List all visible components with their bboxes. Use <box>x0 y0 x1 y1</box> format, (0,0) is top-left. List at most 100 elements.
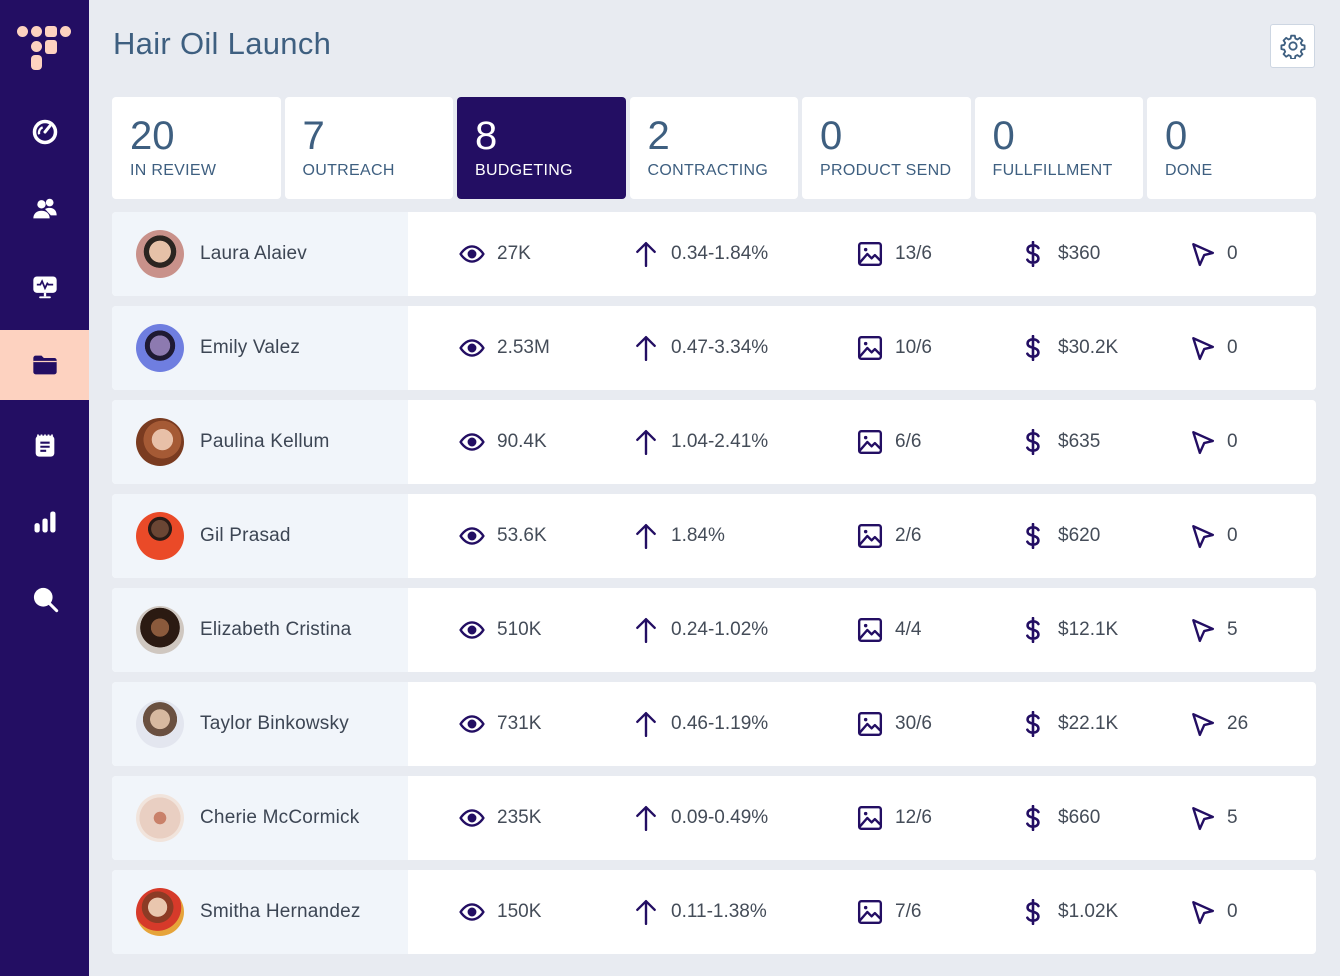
engagement-value: 0.24-1.02% <box>671 619 769 640</box>
tab-contracting[interactable]: 2 CONTRACTING <box>629 97 798 199</box>
tab-done[interactable]: 0 DONE <box>1147 97 1316 199</box>
engagement-metric: 0.34-1.84% <box>633 212 768 296</box>
posts-metric: 13/6 <box>857 212 932 296</box>
eye-icon <box>459 527 485 545</box>
posts-value: 13/6 <box>895 243 932 264</box>
cost-metric: $620 <box>1020 494 1100 578</box>
cost-value: $1.02K <box>1058 901 1119 922</box>
cost-value: $12.1K <box>1058 619 1119 640</box>
views-metric: 150K <box>459 870 541 954</box>
monitor-pulse-icon <box>32 276 57 299</box>
dollar-icon <box>1026 805 1040 831</box>
cost-metric: $1.02K <box>1020 870 1118 954</box>
cursor-icon <box>1192 807 1215 831</box>
cost-value: $360 <box>1058 243 1101 264</box>
influencer-row[interactable]: Gil Prasad 53.6K 1.84% 2/6 $620 0 <box>112 494 1316 578</box>
search-icon <box>33 587 58 613</box>
clicks-metric: 5 <box>1189 588 1238 672</box>
influencer-name: Laura Alaiev <box>200 243 307 264</box>
engagement-metric: 0.24-1.02% <box>633 588 768 672</box>
influencer-row[interactable]: Paulina Kellum 90.4K 1.04-2.41% 6/6 $635… <box>112 400 1316 484</box>
engagement-value: 0.09-0.49% <box>671 807 769 828</box>
posts-value: 4/4 <box>895 619 922 640</box>
views-value: 510K <box>497 619 542 640</box>
avatar <box>136 606 184 654</box>
arrow-up-icon <box>636 241 656 267</box>
tab-product-send[interactable]: 0 PRODUCT SEND <box>802 97 971 199</box>
cost-metric: $12.1K <box>1020 588 1118 672</box>
stage-label: IN REVIEW <box>130 162 217 179</box>
cursor-icon <box>1192 337 1215 361</box>
eye-icon <box>459 245 485 263</box>
posts-value: 30/6 <box>895 713 932 734</box>
sidebar-item-dashboard[interactable] <box>0 97 89 167</box>
clicks-metric: 0 <box>1189 494 1238 578</box>
cursor-icon <box>1192 619 1215 643</box>
views-value: 235K <box>497 807 542 828</box>
avatar <box>136 230 184 278</box>
views-metric: 90.4K <box>459 400 547 484</box>
sidebar-item-search[interactable] <box>0 564 89 634</box>
sidebar-item-monitor[interactable] <box>0 252 89 322</box>
eye-icon <box>459 715 485 733</box>
avatar <box>136 794 184 842</box>
views-metric: 27K <box>459 212 531 296</box>
influencer-person: Gil Prasad <box>112 494 408 578</box>
tab-outreach[interactable]: 7 OUTREACH <box>284 97 453 199</box>
posts-metric: 10/6 <box>857 306 932 390</box>
avatar <box>136 700 184 748</box>
influencer-row[interactable]: Cherie McCormick 235K 0.09-0.49% 12/6 $6… <box>112 776 1316 860</box>
clicks-metric: 0 <box>1189 400 1238 484</box>
tab-fullfillment[interactable]: 0 FULLFILLMENT <box>974 97 1143 199</box>
influencer-person: Emily Valez <box>112 306 408 390</box>
stage-label: OUTREACH <box>302 162 395 179</box>
engagement-value: 0.46-1.19% <box>671 713 769 734</box>
posts-metric: 7/6 <box>857 870 921 954</box>
settings-button[interactable] <box>1270 24 1315 68</box>
views-value: 2.53M <box>497 337 550 358</box>
sidebar-item-notes[interactable] <box>0 410 89 480</box>
cost-value: $635 <box>1058 431 1101 452</box>
eye-icon <box>459 433 485 451</box>
cost-metric: $660 <box>1020 776 1100 860</box>
views-value: 27K <box>497 243 531 264</box>
dollar-icon <box>1026 335 1040 361</box>
influencer-name: Taylor Binkowsky <box>200 713 349 734</box>
tab-in-review[interactable]: 20 IN REVIEW <box>112 97 281 199</box>
influencer-row[interactable]: Smitha Hernandez 150K 0.11-1.38% 7/6 $1.… <box>112 870 1316 954</box>
influencer-name: Cherie McCormick <box>200 807 360 828</box>
cost-value: $660 <box>1058 807 1101 828</box>
image-icon <box>857 899 883 925</box>
page-title: Hair Oil Launch <box>113 26 332 61</box>
stage-count: 20 <box>130 114 175 158</box>
engagement-metric: 0.11-1.38% <box>633 870 767 954</box>
stage-label: FULLFILLMENT <box>992 162 1113 179</box>
influencer-row[interactable]: Taylor Binkowsky 731K 0.46-1.19% 30/6 $2… <box>112 682 1316 766</box>
views-metric: 731K <box>459 682 541 766</box>
sidebar-item-campaigns[interactable] <box>0 330 89 400</box>
views-metric: 235K <box>459 776 541 860</box>
influencer-row[interactable]: Laura Alaiev 27K 0.34-1.84% 13/6 $360 0 <box>112 212 1316 296</box>
influencer-row[interactable]: Emily Valez 2.53M 0.47-3.34% 10/6 $30.2K… <box>112 306 1316 390</box>
posts-metric: 6/6 <box>857 400 921 484</box>
dollar-icon <box>1026 711 1040 737</box>
influencer-name: Elizabeth Cristina <box>200 619 352 640</box>
clicks-value: 0 <box>1227 901 1238 922</box>
users-icon <box>32 198 57 219</box>
influencer-row[interactable]: Elizabeth Cristina 510K 0.24-1.02% 4/4 $… <box>112 588 1316 672</box>
clicks-metric: 26 <box>1189 682 1248 766</box>
dollar-icon <box>1026 523 1040 549</box>
posts-value: 12/6 <box>895 807 932 828</box>
arrow-up-icon <box>636 711 656 737</box>
arrow-up-icon <box>636 429 656 455</box>
posts-metric: 2/6 <box>857 494 921 578</box>
sidebar-item-analytics[interactable] <box>0 487 89 557</box>
dollar-icon <box>1026 617 1040 643</box>
logo-icon[interactable] <box>17 24 73 72</box>
cost-metric: $360 <box>1020 212 1100 296</box>
arrow-up-icon <box>636 805 656 831</box>
views-value: 53.6K <box>497 525 547 546</box>
clicks-value: 5 <box>1227 807 1238 828</box>
sidebar-item-people[interactable] <box>0 174 89 244</box>
tab-budgeting[interactable]: 8 BUDGETING <box>457 97 626 199</box>
